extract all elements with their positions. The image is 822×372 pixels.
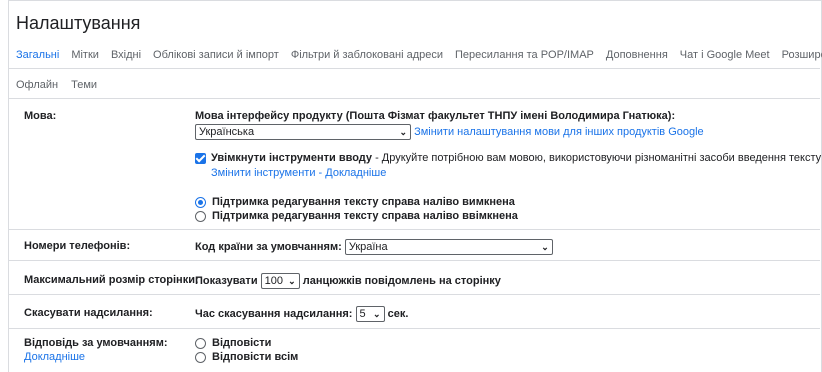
language-select-value: Українська	[199, 126, 255, 138]
page-title: Налаштування	[16, 13, 141, 33]
rtl-on-label: Підтримка редагування тексту справа налі…	[212, 210, 518, 222]
default-reply-more-link[interactable]: Докладніше	[24, 351, 85, 363]
language-row: Українська ⌄ Змінити налаштування мови дл…	[195, 124, 704, 140]
input-tools-label: Увімкнути інструменти вводу	[211, 152, 373, 164]
rtl-off-option[interactable]: Підтримка редагування тексту справа налі…	[195, 196, 515, 208]
tab-inbox[interactable]: Вхідні	[111, 49, 141, 61]
divider	[8, 68, 820, 69]
tab-forwarding[interactable]: Пересилання та POP/IMAP	[455, 49, 594, 61]
tab-filters[interactable]: Фільтри й заблоковані адреси	[291, 49, 443, 61]
input-tools-row: Увімкнути інструменти вводу - Друкуйте п…	[195, 152, 822, 164]
input-tools-desc: - Друкуйте потрібною вам мовою, використ…	[372, 152, 822, 164]
phone-label: Номери телефонів:	[24, 240, 131, 252]
reply-option-label: Відповісти	[212, 337, 272, 349]
link-separator: -	[315, 167, 326, 179]
reply-option[interactable]: Відповісти	[195, 337, 271, 349]
tab-addons[interactable]: Доповнення	[606, 49, 668, 61]
country-select-value: Україна	[348, 241, 388, 253]
page-size-row: Показувати 100 ⌄ ланцюжків повідомлень на…	[195, 273, 501, 289]
chevron-down-icon: ⌄	[399, 127, 407, 137]
divider	[8, 260, 820, 261]
country-select[interactable]: Україна ⌄	[344, 239, 553, 255]
rtl-off-radio[interactable]	[195, 196, 206, 208]
divider	[8, 229, 820, 230]
reply-all-radio[interactable]	[195, 351, 206, 363]
page-size-label: Максимальний розмір сторінки:	[24, 274, 199, 286]
divider	[8, 328, 820, 329]
divider	[8, 98, 820, 99]
reply-all-option-label: Відповісти всім	[212, 351, 299, 363]
rtl-on-option[interactable]: Підтримка редагування тексту справа налі…	[195, 210, 518, 222]
phone-row: Код країни за умовчанням: Україна ⌄	[195, 239, 553, 255]
page-size-select[interactable]: 100 ⌄	[260, 273, 300, 289]
tab-general[interactable]: Загальні	[16, 49, 59, 61]
input-tools-checkbox[interactable]	[195, 152, 206, 164]
country-code-label: Код країни за умовчанням:	[195, 240, 342, 253]
tab-chat-meet[interactable]: Чат і Google Meet	[680, 49, 770, 61]
language-heading: Мова інтерфейсу продукту (Пошта Фізмат ф…	[195, 110, 676, 122]
tab-advanced[interactable]: Розширені	[782, 49, 822, 61]
settings-subtabs: Офлайн Теми	[16, 79, 110, 91]
undo-send-prefix: Час скасування надсилання:	[195, 307, 353, 320]
reply-radio[interactable]	[195, 337, 206, 349]
undo-send-row: Час скасування надсилання: 5 ⌄ сек.	[195, 306, 408, 322]
tab-labels[interactable]: Мітки	[71, 49, 99, 61]
undo-send-label: Скасувати надсилання:	[24, 307, 153, 319]
rtl-off-label: Підтримка редагування тексту справа налі…	[212, 196, 515, 208]
undo-send-select[interactable]: 5 ⌄	[355, 306, 385, 322]
tab-offline[interactable]: Офлайн	[16, 79, 58, 91]
page-size-suffix: ланцюжків повідомлень на сторінку	[302, 274, 501, 287]
chevron-down-icon: ⌄	[372, 309, 381, 319]
tab-themes[interactable]: Теми	[71, 79, 97, 91]
language-select[interactable]: Українська ⌄	[195, 124, 411, 140]
language-label: Мова:	[24, 110, 57, 122]
page-size-value: 100	[264, 275, 284, 287]
input-tools-more-link[interactable]: Докладніше	[325, 167, 386, 179]
default-reply-label: Відповідь за умовчанням:	[24, 337, 168, 349]
reply-all-option[interactable]: Відповісти всім	[195, 351, 298, 363]
rtl-on-radio[interactable]	[195, 210, 206, 222]
tab-accounts[interactable]: Облікові записи й імпорт	[153, 49, 279, 61]
change-tools-link[interactable]: Змінити інструменти	[211, 167, 315, 179]
input-tools-links: Змінити інструменти - Докладніше	[211, 167, 386, 179]
chevron-down-icon: ⌄	[541, 242, 549, 252]
settings-tabs: Загальні Мітки Вхідні Облікові записи й імп…	[16, 49, 822, 65]
divider	[8, 294, 820, 295]
undo-send-suffix: сек.	[387, 307, 409, 320]
page-size-prefix: Показувати	[195, 274, 258, 287]
undo-send-value: 5	[359, 308, 366, 320]
change-language-link[interactable]: Змінити налаштування мови для інших прод…	[414, 126, 704, 138]
chevron-down-icon: ⌄	[288, 276, 296, 286]
